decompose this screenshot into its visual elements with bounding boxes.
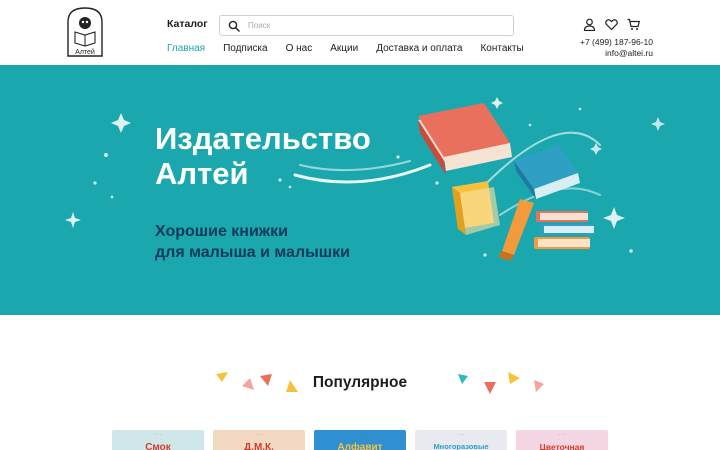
popular-books-list: · · · Смок · · · Д.М.К. · · · Алфавит · … [112, 430, 617, 450]
hero-title: Издательство Алтей [155, 121, 425, 191]
book-author: · · · [154, 432, 162, 437]
logo-icon: Алтей [67, 7, 103, 57]
book-title: Многоразовые [433, 442, 489, 450]
phone-number[interactable]: +7 (499) 187-96-10 [580, 37, 653, 48]
blue-book-illustration [514, 145, 580, 199]
red-book-illustration [418, 103, 512, 175]
cart-icon[interactable] [627, 18, 641, 31]
star-icon [603, 207, 625, 229]
book-title: Алфавит [337, 442, 383, 450]
star-icon [111, 113, 131, 133]
popular-section-title: Популярное [312, 374, 408, 391]
star-icon [651, 117, 665, 131]
header-actions [583, 18, 649, 32]
book-title: Смок [145, 442, 171, 450]
catalog-button[interactable]: Каталог [167, 18, 208, 30]
hero-subtitle-line: Хорошие книжки [155, 223, 288, 240]
book-title: Цветочная [539, 442, 585, 450]
heart-icon[interactable] [605, 18, 618, 31]
book-title: Д.М.К. [244, 442, 274, 450]
nav-item-contacts[interactable]: Контакты [480, 43, 523, 54]
nav-item-delivery[interactable]: Доставка и оплата [376, 43, 462, 54]
book-author: · · · [558, 432, 566, 437]
search-input[interactable] [248, 18, 508, 33]
user-icon[interactable] [583, 18, 596, 32]
nav-item-promotions[interactable]: Акции [330, 43, 358, 54]
orange-book-illustration [498, 199, 534, 261]
search-bar[interactable] [219, 15, 514, 36]
logo[interactable]: Алтей [66, 6, 104, 58]
book-author: · · · [255, 432, 263, 437]
nav-item-about[interactable]: О нас [286, 43, 313, 54]
search-icon[interactable] [228, 20, 240, 32]
star-icon [65, 212, 81, 228]
hero-subtitle-line: для малыша и малышки [155, 244, 350, 261]
book-card[interactable]: · · · Многоразовые [415, 430, 507, 450]
main-nav: Главная Подписка О нас Акции Доставка и … [167, 43, 542, 54]
confetti-decoration [458, 372, 544, 394]
site-header: Алтей Каталог Главная Подписка О нас Акц… [0, 0, 720, 65]
book-author: · · · [457, 432, 465, 437]
yellow-book-illustration [452, 181, 500, 235]
book-card[interactable]: · · · Цветочная [516, 430, 608, 450]
book-card[interactable]: · · · Алфавит [314, 430, 406, 450]
book-author: · · · [356, 432, 364, 437]
contacts: +7 (499) 187-96-10 info@altei.ru [580, 37, 653, 59]
book-card[interactable]: · · · Д.М.К. [213, 430, 305, 450]
hero-title-line: Алтей [155, 156, 249, 191]
nav-item-subscription[interactable]: Подписка [223, 43, 268, 54]
nav-item-home[interactable]: Главная [167, 43, 205, 54]
star-icon [491, 97, 503, 109]
hero-title-line: Издательство [155, 121, 371, 156]
hero-banner[interactable]: Издательство Алтей Хорошие книжки для ма… [0, 65, 720, 315]
hero-subtitle: Хорошие книжки для малыша и малышки [155, 221, 395, 263]
book-stack-illustration [534, 211, 594, 249]
logo-text: Алтей [75, 48, 95, 56]
email-address[interactable]: info@altei.ru [580, 48, 653, 59]
book-card[interactable]: · · · Смок [112, 430, 204, 450]
